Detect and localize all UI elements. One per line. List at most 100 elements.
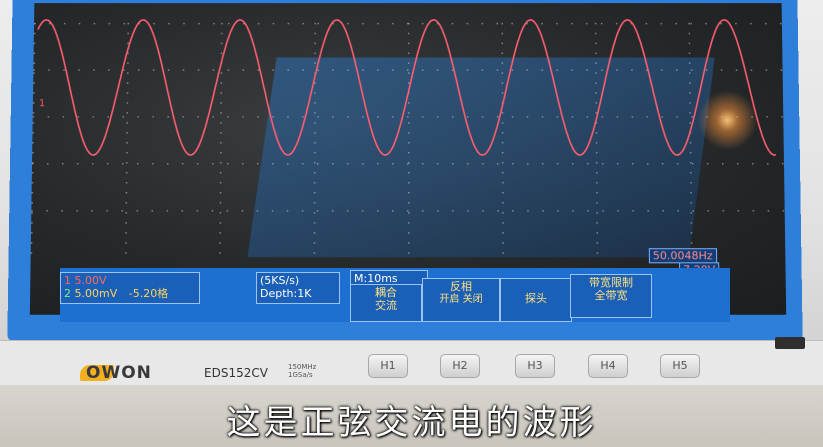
- h4-button[interactable]: H4: [588, 354, 628, 378]
- grid-dot: [737, 163, 739, 164]
- grid-dot: [497, 116, 499, 117]
- coupling-value: 交流: [354, 299, 418, 312]
- grid-dot: [783, 82, 785, 83]
- h5-button[interactable]: H5: [660, 354, 700, 378]
- grid-dot: [314, 33, 315, 34]
- grid-dot: [314, 242, 316, 244]
- grid-dot: [502, 182, 504, 184]
- grid-dot: [616, 69, 618, 70]
- grid-dot: [124, 23, 126, 24]
- grid-dot: [783, 72, 785, 73]
- grid-dot: [467, 163, 469, 164]
- grid-dot: [467, 69, 468, 70]
- grid-dot: [314, 53, 315, 54]
- model-specs: 150MHz 1GSa/s: [288, 363, 316, 379]
- grid-dot: [646, 23, 648, 24]
- grid-dot: [78, 69, 80, 70]
- grid-dot: [783, 102, 785, 103]
- grid-dot: [317, 116, 319, 117]
- grid-dot: [691, 222, 693, 224]
- bandwidth-title: 带宽限制: [574, 276, 648, 289]
- grid-dot: [482, 163, 484, 164]
- grid-dot: [109, 23, 111, 24]
- grid-dot: [587, 163, 589, 164]
- menu-invert[interactable]: 反相 开启 关闭: [422, 278, 500, 322]
- grid-dot: [33, 69, 35, 70]
- grid-dot: [502, 53, 503, 54]
- sine-trace: [36, 20, 776, 155]
- grid-dot: [182, 163, 184, 164]
- grid-dot: [168, 69, 170, 70]
- grid-dot: [227, 116, 229, 117]
- grid-dot: [408, 62, 409, 63]
- grid-dot: [602, 210, 604, 212]
- grid-dot: [48, 69, 50, 70]
- grid-dot: [288, 23, 289, 24]
- grid-dot: [303, 23, 304, 24]
- grid-dot: [571, 69, 573, 70]
- sample-rate: (5KS/s): [260, 274, 336, 287]
- grid-dot: [317, 210, 319, 212]
- menu-bandwidth[interactable]: 带宽限制 全带宽: [570, 274, 652, 318]
- grid-dot: [127, 102, 129, 103]
- h2-button[interactable]: H2: [440, 354, 480, 378]
- grid-dot: [408, 53, 409, 54]
- grid-dot: [212, 210, 214, 212]
- grid-dot: [736, 116, 738, 117]
- grid-dot: [482, 116, 484, 117]
- grid-dot: [784, 132, 786, 133]
- grid-dot: [596, 132, 598, 133]
- grid-dot: [197, 163, 199, 164]
- grid-dot: [213, 23, 215, 24]
- grid-dot: [127, 82, 129, 83]
- grid-dot: [785, 212, 787, 214]
- grid-dot: [152, 210, 154, 212]
- grid-dot: [557, 163, 559, 164]
- grid-dot: [126, 192, 128, 194]
- grid-dot: [377, 210, 379, 212]
- grid-dot: [595, 82, 597, 83]
- grid-dot: [408, 23, 409, 24]
- grid-dot: [691, 232, 693, 234]
- grid-dot: [596, 222, 598, 224]
- grid-dot: [392, 69, 393, 70]
- grid-dot: [408, 182, 410, 184]
- grid-dot: [785, 252, 786, 254]
- grid-dot: [33, 112, 35, 113]
- grid-dot: [220, 212, 222, 214]
- grid-dot: [676, 69, 678, 70]
- grid-dot: [512, 210, 514, 212]
- grid-dot: [272, 116, 274, 117]
- grid-dot: [689, 53, 691, 54]
- grid-dot: [106, 210, 108, 212]
- grid-dot: [221, 33, 223, 34]
- grid-dot: [511, 23, 512, 24]
- menu-coupling[interactable]: 耦合 交流: [350, 284, 422, 322]
- grid-dot: [137, 210, 139, 212]
- h1-button[interactable]: H1: [368, 354, 408, 378]
- grid-dot: [502, 152, 504, 153]
- grid-dot: [197, 116, 199, 117]
- channel-marker: 1: [39, 98, 46, 109]
- grid-dot: [220, 132, 222, 133]
- grid-dot: [377, 163, 379, 164]
- grid-dot: [32, 172, 34, 173]
- grid-dot: [784, 142, 786, 143]
- grid-dot: [596, 192, 598, 194]
- grid-dot: [152, 163, 154, 164]
- menu-probe[interactable]: 探头: [500, 278, 572, 322]
- grid-dot: [689, 33, 691, 34]
- grid-dot: [690, 182, 692, 184]
- grid-dot: [362, 163, 364, 164]
- grid-dot: [783, 122, 785, 123]
- grid-dot: [572, 163, 574, 164]
- probe-title: 探头: [525, 292, 547, 305]
- grid-dot: [736, 69, 738, 70]
- grid-dot: [482, 69, 483, 70]
- grid-dot: [750, 23, 752, 24]
- grid-dot: [766, 116, 768, 117]
- grid-dot: [602, 163, 604, 164]
- grid-dot: [780, 23, 782, 24]
- grid-dot: [183, 69, 185, 70]
- h3-button[interactable]: H3: [515, 354, 555, 378]
